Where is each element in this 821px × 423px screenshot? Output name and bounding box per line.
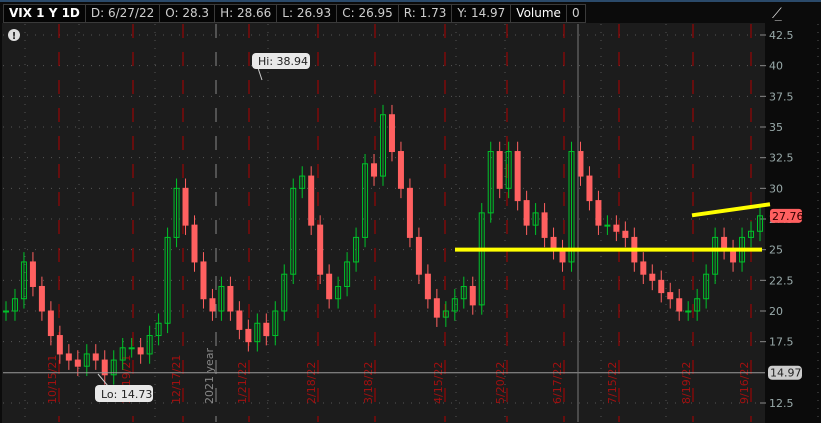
candle	[308, 175, 315, 226]
date-label: 12/17/21	[170, 355, 183, 404]
hi-label: Hi: 38.94	[258, 55, 308, 68]
candle	[137, 347, 144, 355]
y-tick-label: 12.5	[769, 397, 794, 410]
alert-icon-glyph: !	[12, 31, 17, 42]
candle	[326, 273, 333, 300]
candle	[397, 151, 404, 189]
date-label: 3/18/22	[362, 362, 375, 404]
y-tick-label: 20	[769, 305, 783, 318]
y-tick-label: 37.5	[769, 90, 794, 103]
last-price: 27.76	[772, 210, 804, 223]
candle	[227, 285, 234, 312]
candle	[640, 261, 647, 275]
y-tick-label: 25	[769, 244, 783, 257]
crosshair-price: 14.97	[770, 367, 802, 380]
candle	[406, 187, 413, 238]
candle	[56, 335, 63, 355]
chart-window: VIX 1 Y 1D D: 6/27/22 O: 28.3 H: 28.66 L…	[0, 0, 821, 423]
date-label: 8/19/22	[680, 362, 693, 404]
date-label: 6/17/22	[551, 362, 564, 404]
candle	[182, 187, 189, 226]
candle	[74, 359, 81, 367]
candle	[496, 151, 503, 189]
candle	[577, 151, 584, 177]
candle	[424, 273, 431, 300]
candle	[676, 298, 683, 312]
candle	[433, 298, 440, 318]
date-label: 10/15/21	[46, 355, 59, 404]
date-label: 2021 year	[203, 347, 216, 404]
candle	[586, 175, 593, 202]
candle	[371, 163, 378, 177]
candle	[191, 224, 198, 263]
lo-label: Lo: 14.73	[101, 388, 152, 401]
candle	[595, 200, 602, 226]
candle	[523, 200, 530, 226]
candle	[245, 328, 252, 343]
candle	[388, 114, 395, 153]
candle	[514, 151, 521, 202]
date-label: 2/18/22	[305, 362, 318, 404]
date-label: 7/15/22	[606, 362, 619, 404]
candle	[236, 310, 243, 330]
candle	[622, 230, 629, 238]
y-tick-label: 17.5	[769, 336, 794, 349]
candle	[604, 224, 611, 227]
y-tick-label: 30	[769, 182, 783, 195]
candle	[667, 292, 674, 300]
y-tick-label: 32.5	[769, 152, 794, 165]
date-label: 1/21/22	[236, 362, 249, 404]
candle	[92, 353, 99, 361]
date-label: 5/20/22	[494, 362, 507, 404]
candle	[128, 347, 135, 350]
candle	[47, 310, 54, 337]
candle	[469, 285, 476, 306]
candle	[38, 285, 45, 312]
candle	[3, 310, 9, 313]
y-tick-label: 40	[769, 60, 783, 73]
candle	[649, 273, 656, 281]
candle	[415, 236, 422, 275]
candle	[263, 322, 270, 337]
candle	[541, 212, 548, 238]
date-label: 4/15/22	[432, 362, 445, 404]
y-tick-label: 42.5	[769, 29, 794, 42]
candle	[685, 310, 692, 313]
date-label: 9/16/22	[738, 362, 751, 404]
candle	[658, 279, 665, 294]
candle	[209, 298, 216, 312]
candle	[613, 224, 620, 232]
price-chart[interactable]: 42.54037.53532.53027.52522.52017.512.510…	[0, 2, 821, 423]
y-tick-label: 22.5	[769, 274, 794, 287]
candle	[65, 353, 72, 361]
candle	[317, 224, 324, 275]
y-tick-label: 35	[769, 121, 783, 134]
candle	[200, 261, 207, 300]
candle	[29, 261, 36, 287]
